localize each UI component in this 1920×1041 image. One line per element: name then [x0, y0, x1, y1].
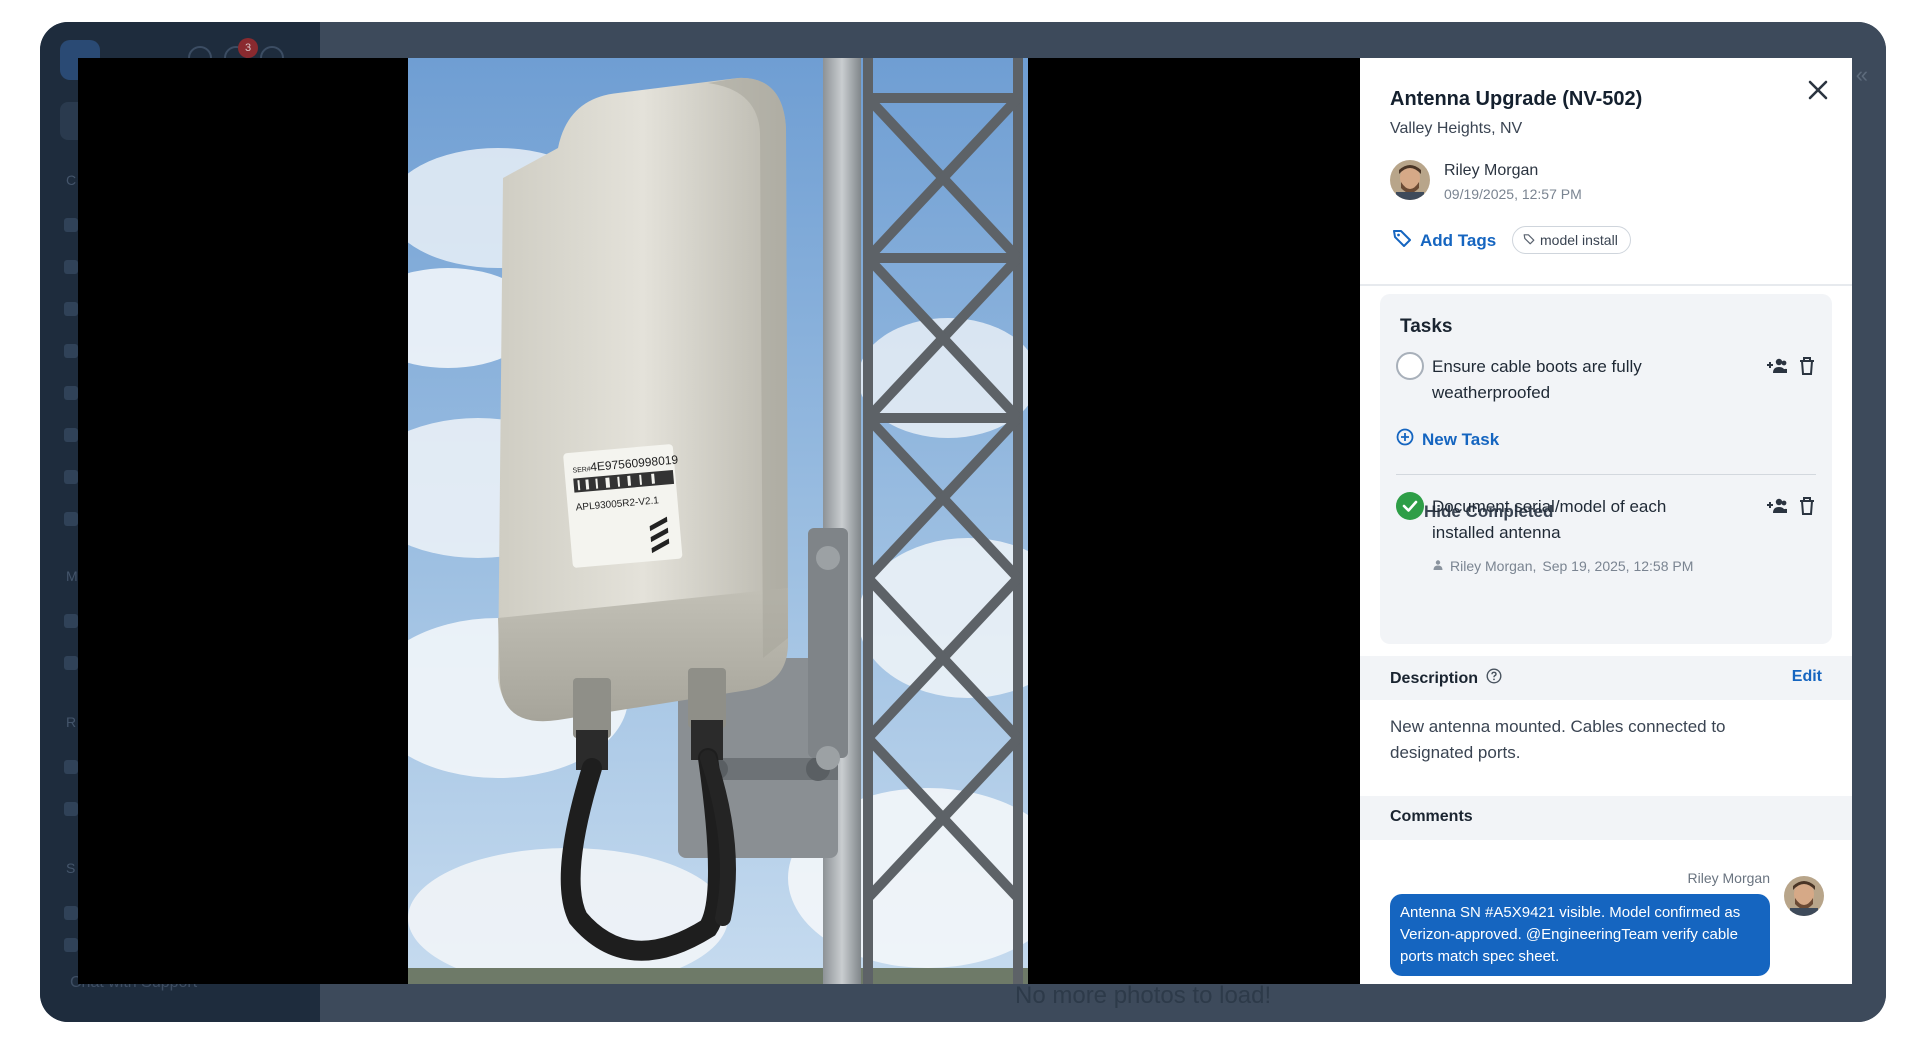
sidebar-item-icon[interactable]: [64, 218, 78, 232]
no-more-photos-text: No more photos to load!: [1015, 982, 1272, 1009]
comment-avatar: [1784, 876, 1824, 916]
tag-icon: [1392, 228, 1412, 253]
sidebar-item-icon[interactable]: [64, 386, 78, 400]
notification-badge: 3: [238, 38, 258, 58]
close-icon[interactable]: [1802, 74, 1834, 106]
comments-title: Comments: [1390, 808, 1473, 825]
task-text: Document serial/model of each installed …: [1432, 497, 1667, 542]
author-date: 09/19/2025, 12:57 PM: [1444, 186, 1582, 202]
task-text: Ensure cable boots are fully weatherproo…: [1432, 357, 1642, 402]
task-completion-meta: Riley Morgan, Sep 19, 2025, 12:58 PM: [1432, 558, 1693, 574]
author-avatar: [1390, 160, 1430, 200]
help-icon[interactable]: [1486, 668, 1502, 689]
trash-icon[interactable]: [1798, 496, 1816, 521]
edit-description-button[interactable]: Edit: [1792, 668, 1822, 686]
divider: [1360, 284, 1852, 286]
task-actions: [1766, 496, 1816, 521]
photo-detail-panel: Antenna Upgrade (NV-502) Valley Heights,…: [1360, 58, 1852, 984]
photo-title: Antenna Upgrade (NV-502): [1390, 88, 1643, 110]
add-tags-label: Add Tags: [1420, 230, 1497, 250]
task-checkbox[interactable]: [1396, 352, 1424, 380]
assign-user-icon[interactable]: [1766, 496, 1788, 521]
task-checkbox-checked[interactable]: [1396, 492, 1424, 520]
new-task-label: New Task: [1422, 429, 1500, 449]
tasks-card: Tasks Ensure cable boots are fully weath…: [1380, 294, 1832, 644]
sidebar-item-icon[interactable]: [64, 760, 78, 774]
task-actions: [1766, 356, 1816, 381]
tag-chip-label: model install: [1540, 232, 1618, 248]
plus-circle-icon: [1396, 428, 1414, 451]
sidebar-section-letter: M: [66, 568, 78, 584]
sidebar-section-letter: R: [66, 714, 77, 730]
photo-location: Valley Heights, NV: [1390, 120, 1523, 137]
sidebar-item-icon[interactable]: [64, 656, 78, 670]
sidebar-item-icon[interactable]: [64, 302, 78, 316]
description-header: Description Edit: [1360, 656, 1852, 700]
comments-header: Comments: [1360, 796, 1852, 840]
author-name: Riley Morgan: [1444, 162, 1539, 179]
sidebar-item-icon[interactable]: [64, 614, 78, 628]
sidebar-item-icon[interactable]: [64, 906, 78, 920]
sidebar-item-icon[interactable]: [64, 938, 78, 952]
completed-at: Sep 19, 2025, 12:58 PM: [1542, 558, 1694, 574]
sidebar-item-icon[interactable]: [64, 470, 78, 484]
completed-by: Riley Morgan,: [1450, 558, 1537, 574]
sidebar-item-icon[interactable]: [64, 260, 78, 274]
trash-icon[interactable]: [1798, 356, 1816, 381]
photo-viewer: SER# 4E975609980​19 APL93005R2-V2.1: [78, 58, 1360, 984]
comment-bubble: Antenna SN #A5X9421 visible. Model confi…: [1390, 894, 1770, 976]
tag-chip[interactable]: model install: [1512, 226, 1631, 254]
new-task-button[interactable]: New Task: [1396, 428, 1499, 451]
add-tags-button[interactable]: Add Tags: [1392, 228, 1496, 253]
sidebar-item-icon[interactable]: [64, 344, 78, 358]
sidebar-item-icon[interactable]: [64, 802, 78, 816]
sidebar-item-icon[interactable]: [64, 428, 78, 442]
sidebar-section-letter: C: [66, 172, 77, 188]
sidebar-item-icon[interactable]: [64, 512, 78, 526]
collapse-panel-icon[interactable]: «: [1856, 62, 1868, 88]
tasks-title: Tasks: [1400, 316, 1453, 337]
description-title: Description: [1390, 668, 1502, 689]
assign-user-icon[interactable]: [1766, 356, 1788, 381]
divider: [1396, 474, 1816, 475]
person-check-icon: [1432, 558, 1444, 574]
sidebar-section-letter: S: [66, 860, 76, 876]
description-title-label: Description: [1390, 669, 1479, 687]
comment-author: Riley Morgan: [1687, 870, 1770, 886]
antenna-photo: SER# 4E975609980​19 APL93005R2-V2.1: [408, 58, 1028, 984]
tag-icon: [1523, 232, 1535, 248]
photo-lightbox: SER# 4E975609980​19 APL93005R2-V2.1: [78, 58, 1852, 984]
description-text: New antenna mounted. Cables connected to…: [1390, 717, 1726, 762]
